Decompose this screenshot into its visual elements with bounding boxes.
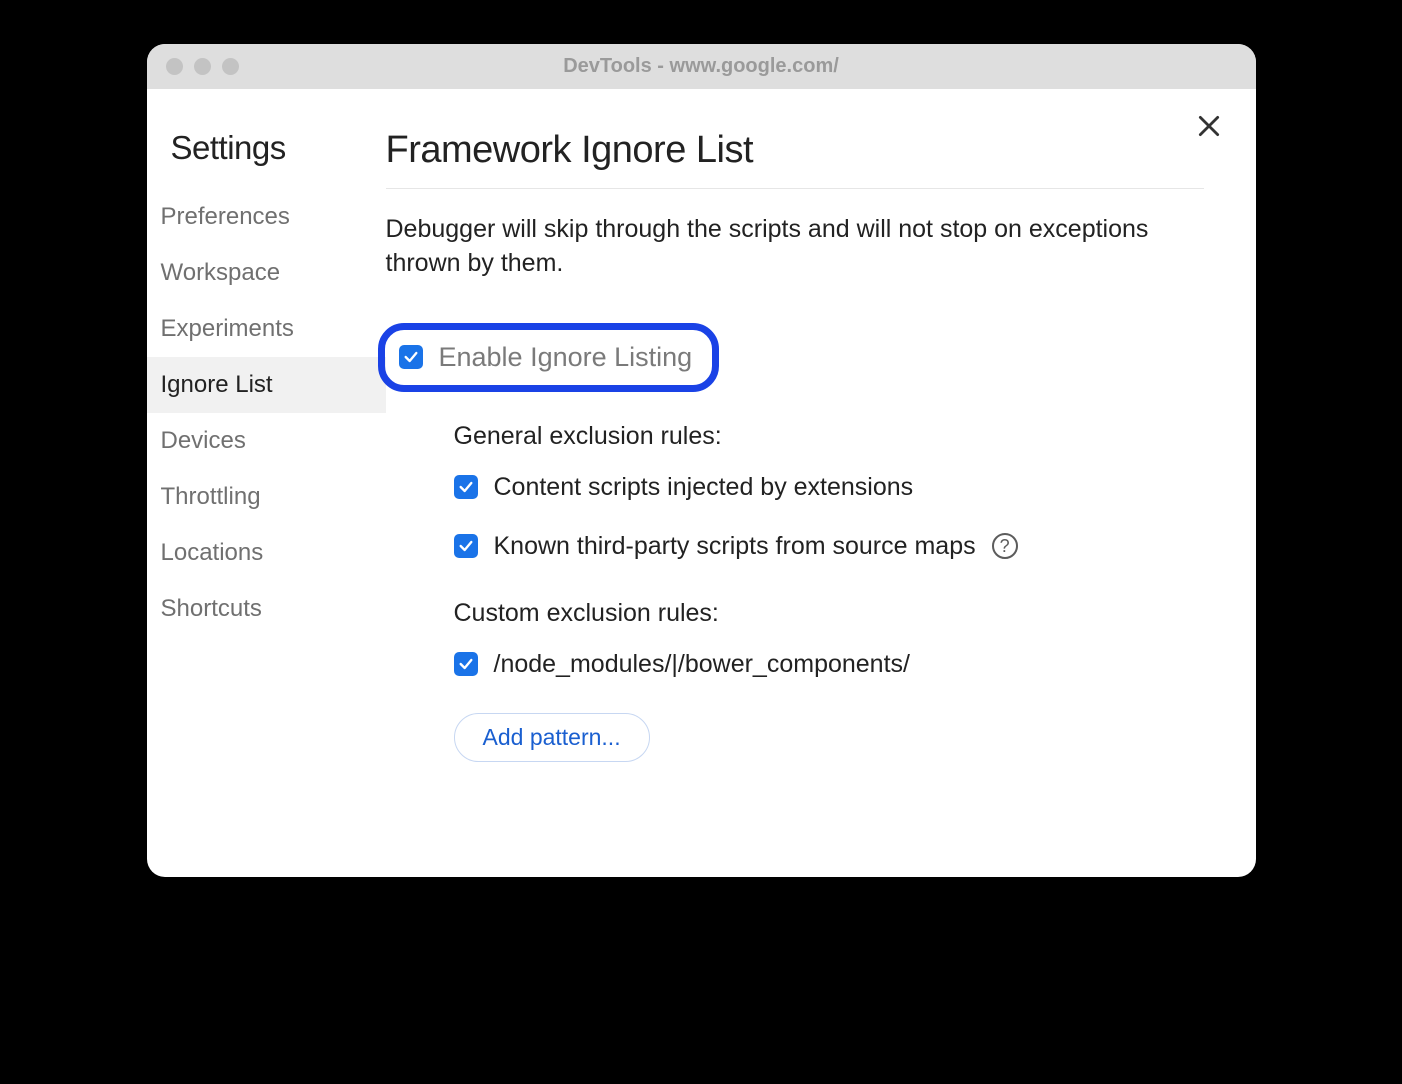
sidebar-item-preferences[interactable]: Preferences (147, 189, 386, 245)
custom-rule-label: /node_modules/|/bower_components/ (494, 650, 910, 679)
sidebar-item-locations[interactable]: Locations (147, 525, 386, 581)
sidebar-item-throttling[interactable]: Throttling (147, 469, 386, 525)
content-scripts-checkbox[interactable] (454, 475, 478, 499)
page-title: Framework Ignore List (386, 129, 1204, 189)
general-exclusion-section: General exclusion rules: Content scripts… (454, 422, 1204, 561)
enable-ignore-listing-label: Enable Ignore Listing (439, 342, 693, 373)
close-window-button[interactable] (166, 58, 183, 75)
checkmark-icon (458, 656, 474, 672)
general-exclusion-title: General exclusion rules: (454, 422, 1204, 451)
page-description: Debugger will skip through the scripts a… (386, 213, 1204, 281)
custom-rule-checkbox[interactable] (454, 652, 478, 676)
third-party-scripts-checkbox[interactable] (454, 534, 478, 558)
close-settings-button[interactable] (1196, 113, 1222, 144)
sidebar-item-shortcuts[interactable]: Shortcuts (147, 581, 386, 637)
add-pattern-button[interactable]: Add pattern... (454, 713, 650, 762)
content-scripts-label: Content scripts injected by extensions (494, 473, 914, 502)
enable-ignore-listing-checkbox[interactable] (399, 345, 423, 369)
titlebar: DevTools - www.google.com/ (147, 44, 1256, 89)
close-icon (1196, 113, 1222, 139)
sidebar-item-ignore-list[interactable]: Ignore List (147, 357, 386, 413)
rule-row: /node_modules/|/bower_components/ (454, 650, 1204, 679)
rule-row: Content scripts injected by extensions (454, 473, 1204, 502)
checkmark-icon (458, 538, 474, 554)
sidebar-item-experiments[interactable]: Experiments (147, 301, 386, 357)
window-title: DevTools - www.google.com/ (147, 55, 1256, 78)
checkmark-icon (403, 349, 419, 365)
custom-exclusion-title: Custom exclusion rules: (454, 599, 1204, 628)
checkmark-icon (458, 479, 474, 495)
main-panel: Framework Ignore List Debugger will skip… (386, 89, 1256, 877)
sidebar-item-devices[interactable]: Devices (147, 413, 386, 469)
sidebar-item-workspace[interactable]: Workspace (147, 245, 386, 301)
settings-sidebar: Settings Preferences Workspace Experimen… (147, 89, 386, 877)
custom-exclusion-section: Custom exclusion rules: /node_modules/|/… (454, 599, 1204, 762)
enable-ignore-listing-highlight: Enable Ignore Listing (378, 323, 720, 392)
devtools-settings-window: DevTools - www.google.com/ Settings Pref… (147, 44, 1256, 877)
settings-title: Settings (147, 129, 386, 189)
third-party-scripts-label: Known third-party scripts from source ma… (494, 532, 976, 561)
minimize-window-button[interactable] (194, 58, 211, 75)
traffic-lights (147, 58, 239, 75)
help-icon[interactable]: ? (992, 533, 1018, 559)
content-area: Settings Preferences Workspace Experimen… (147, 89, 1256, 877)
zoom-window-button[interactable] (222, 58, 239, 75)
rule-row: Known third-party scripts from source ma… (454, 532, 1204, 561)
